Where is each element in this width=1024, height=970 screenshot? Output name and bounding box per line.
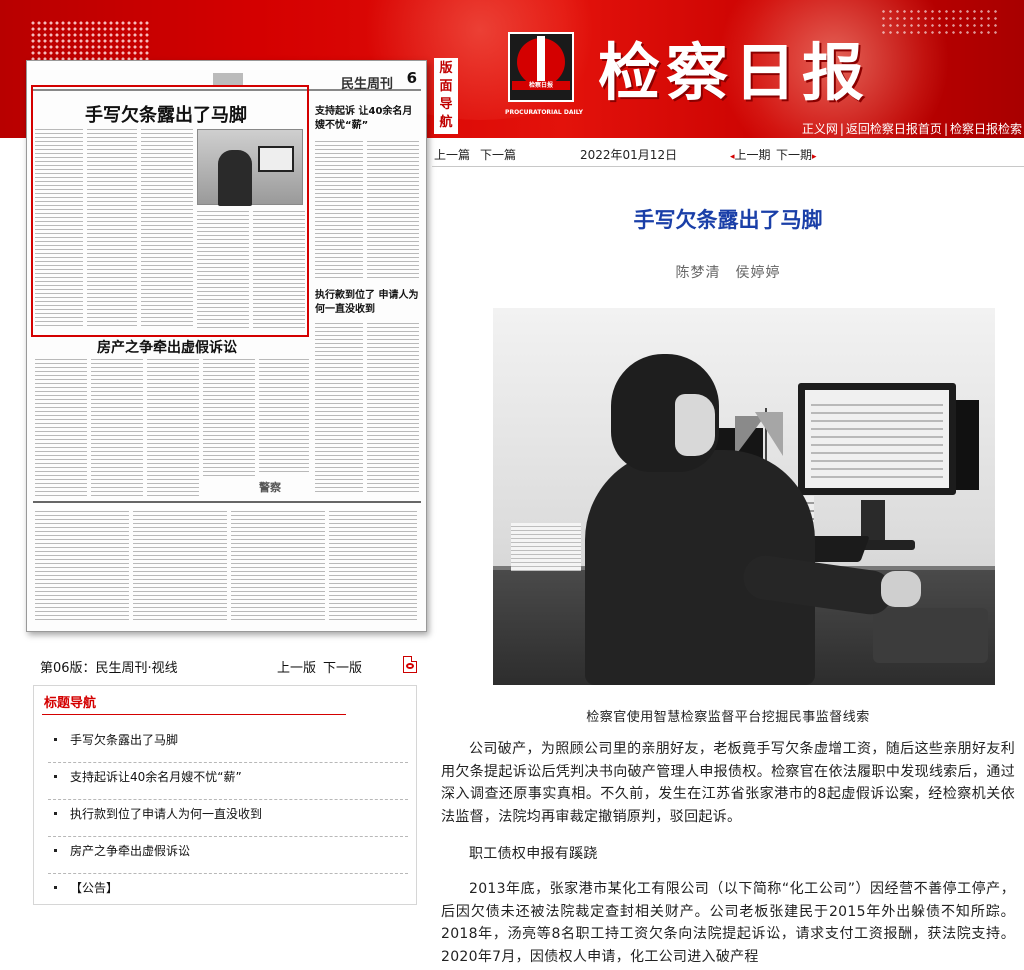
next-page-link[interactable]: 下一版 — [323, 657, 362, 676]
edition-bar: 第06版：民生周刊·视线 上一版 下一版 — [40, 657, 420, 676]
bullet-icon — [54, 812, 57, 815]
thumbnail-column-logo: 警察 — [259, 481, 281, 494]
thumbnail-headline-bottom[interactable]: 房产之争牵出虚假诉讼 — [97, 337, 237, 357]
thumbnail-notice-area[interactable] — [33, 501, 421, 625]
newspaper-title: 检察日报 — [598, 36, 871, 109]
title-navigation-heading: 标题导航 — [44, 696, 97, 711]
arrow-right-icon: ▸ — [812, 152, 817, 162]
logo-caption: 检察日报 — [512, 81, 570, 90]
thumbnail-headline-right-1[interactable]: 支持起诉 让40余名月嫂不忧“薪” — [315, 105, 419, 133]
edition-label: 第06版：民生周刊·视线 — [40, 661, 178, 676]
article-photo — [493, 308, 995, 685]
article-title: 手写欠条露出了马脚 — [633, 208, 823, 232]
issue-date: 2022年01月12日 — [580, 148, 678, 162]
article-paragraph: 2013年底，张家港市某化工有限公司（以下简称“化工公司”）因经营不善停工停产，… — [441, 881, 1015, 965]
layout-nav-label[interactable]: 版面导航 — [434, 58, 458, 134]
selected-article-highlight[interactable] — [31, 85, 309, 337]
thumbnail-headline-right-2[interactable]: 执行款到位了 申请人为何一直没收到 — [315, 289, 419, 317]
link-zhengyi-net[interactable]: 正义网 — [802, 122, 838, 136]
title-nav-item[interactable]: 执行款到位了申请人为何一直没收到 — [48, 800, 408, 837]
logo-english: PROCURATORIAL DAILY — [505, 109, 583, 116]
next-issue-link[interactable]: 下一期▸ — [776, 146, 817, 163]
newspaper-page-thumbnail[interactable]: 民生周刊 6 手写欠条露出了马脚 支持起诉 让40余名月嫂不忧“薪” 执行款到位… — [26, 60, 427, 632]
article-subheading: 职工债权申报有蹊跷 — [469, 846, 598, 862]
procuratorial-daily-logo: 检察日报 PROCURATORIAL DAILY — [505, 32, 583, 116]
title-nav-item[interactable]: 【公告】 — [48, 874, 408, 911]
link-search[interactable]: 检察日报检索 — [950, 122, 1022, 136]
top-links: 正义网 | 返回检察日报首页 | 检察日报检索 — [801, 122, 1022, 136]
link-home[interactable]: 返回检察日报首页 — [846, 122, 942, 136]
prev-article-link[interactable]: 上一篇 — [434, 146, 470, 163]
photo-caption: 检察官使用智慧检察监督平台挖掘民事监督线索 — [586, 710, 870, 725]
article-authors: 陈梦清 侯婷婷 — [675, 265, 781, 281]
next-article-link[interactable]: 下一篇 — [480, 146, 516, 163]
title-nav-item[interactable]: 手写欠条露出了马脚 — [48, 726, 408, 763]
title-nav-item[interactable]: 支持起诉让40余名月嫂不忧“薪” — [48, 763, 408, 800]
thumbnail-page-number: 6 — [406, 69, 417, 87]
article-paragraph: 公司破产，为照顾公司里的亲朋好友，老板竟手写欠条虚增工资，随后这些亲朋好友利用欠… — [441, 741, 1015, 825]
divider — [432, 166, 1024, 167]
article-navigation: 上一篇 下一篇 2022年01月12日 ◂上一期 下一期▸ — [432, 142, 1024, 164]
banner-dot-pattern — [30, 20, 150, 60]
prev-issue-link[interactable]: ◂上一期 — [730, 146, 771, 163]
bullet-icon — [54, 775, 57, 778]
pdf-download-icon[interactable] — [403, 656, 417, 673]
title-navigation-panel: 标题导航 手写欠条露出了马脚 支持起诉让40余名月嫂不忧“薪” 执行款到位了申请… — [33, 685, 417, 905]
bullet-icon — [54, 738, 57, 741]
title-nav-item[interactable]: 房产之争牵出虚假诉讼 — [48, 837, 408, 874]
banner-dot-pattern — [880, 8, 1000, 38]
bullet-icon — [54, 849, 57, 852]
prev-page-link[interactable]: 上一版 — [277, 657, 316, 676]
bullet-icon — [54, 886, 57, 889]
title-navigation-rule — [42, 714, 346, 715]
thumbnail-section: 民生周刊 — [340, 77, 393, 92]
title-navigation-list: 手写欠条露出了马脚 支持起诉让40余名月嫂不忧“薪” 执行款到位了申请人为何一直… — [48, 726, 408, 911]
